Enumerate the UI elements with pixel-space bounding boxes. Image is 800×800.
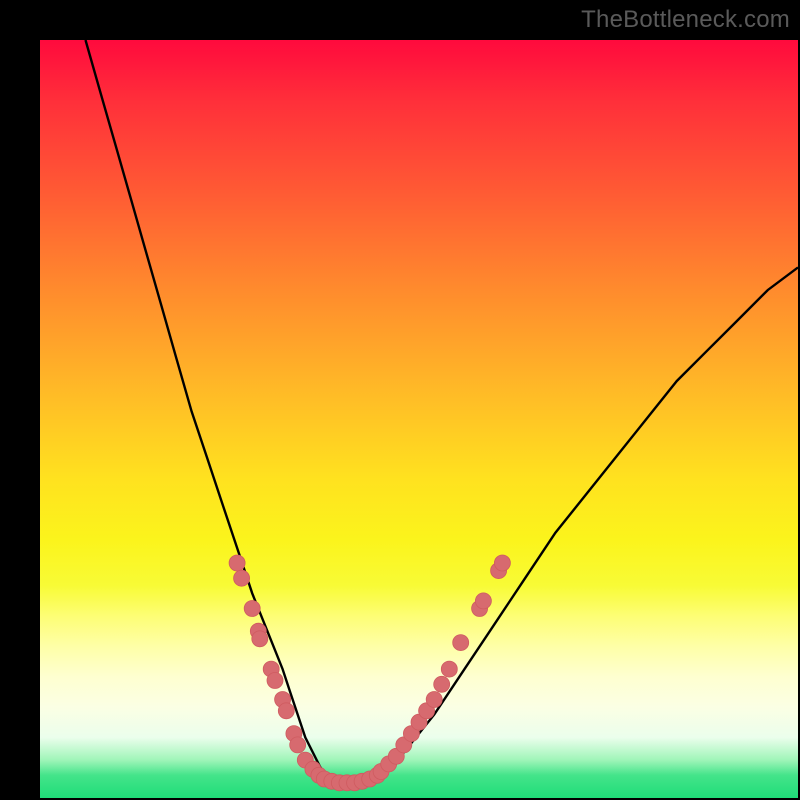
data-point — [453, 635, 469, 651]
data-point — [475, 593, 491, 609]
watermark-text: TheBottleneck.com — [581, 6, 790, 34]
data-point — [244, 601, 260, 617]
data-point — [426, 692, 442, 708]
data-point — [441, 661, 457, 677]
data-point — [267, 673, 283, 689]
data-point — [494, 555, 510, 571]
data-point — [290, 737, 306, 753]
data-point — [234, 570, 250, 586]
data-point — [434, 676, 450, 692]
chart-svg — [40, 40, 798, 798]
data-point — [229, 555, 245, 571]
plot-area — [40, 40, 798, 798]
data-point — [278, 703, 294, 719]
data-point — [252, 631, 268, 647]
data-markers — [229, 555, 510, 791]
chart-frame: TheBottleneck.com — [0, 0, 800, 800]
